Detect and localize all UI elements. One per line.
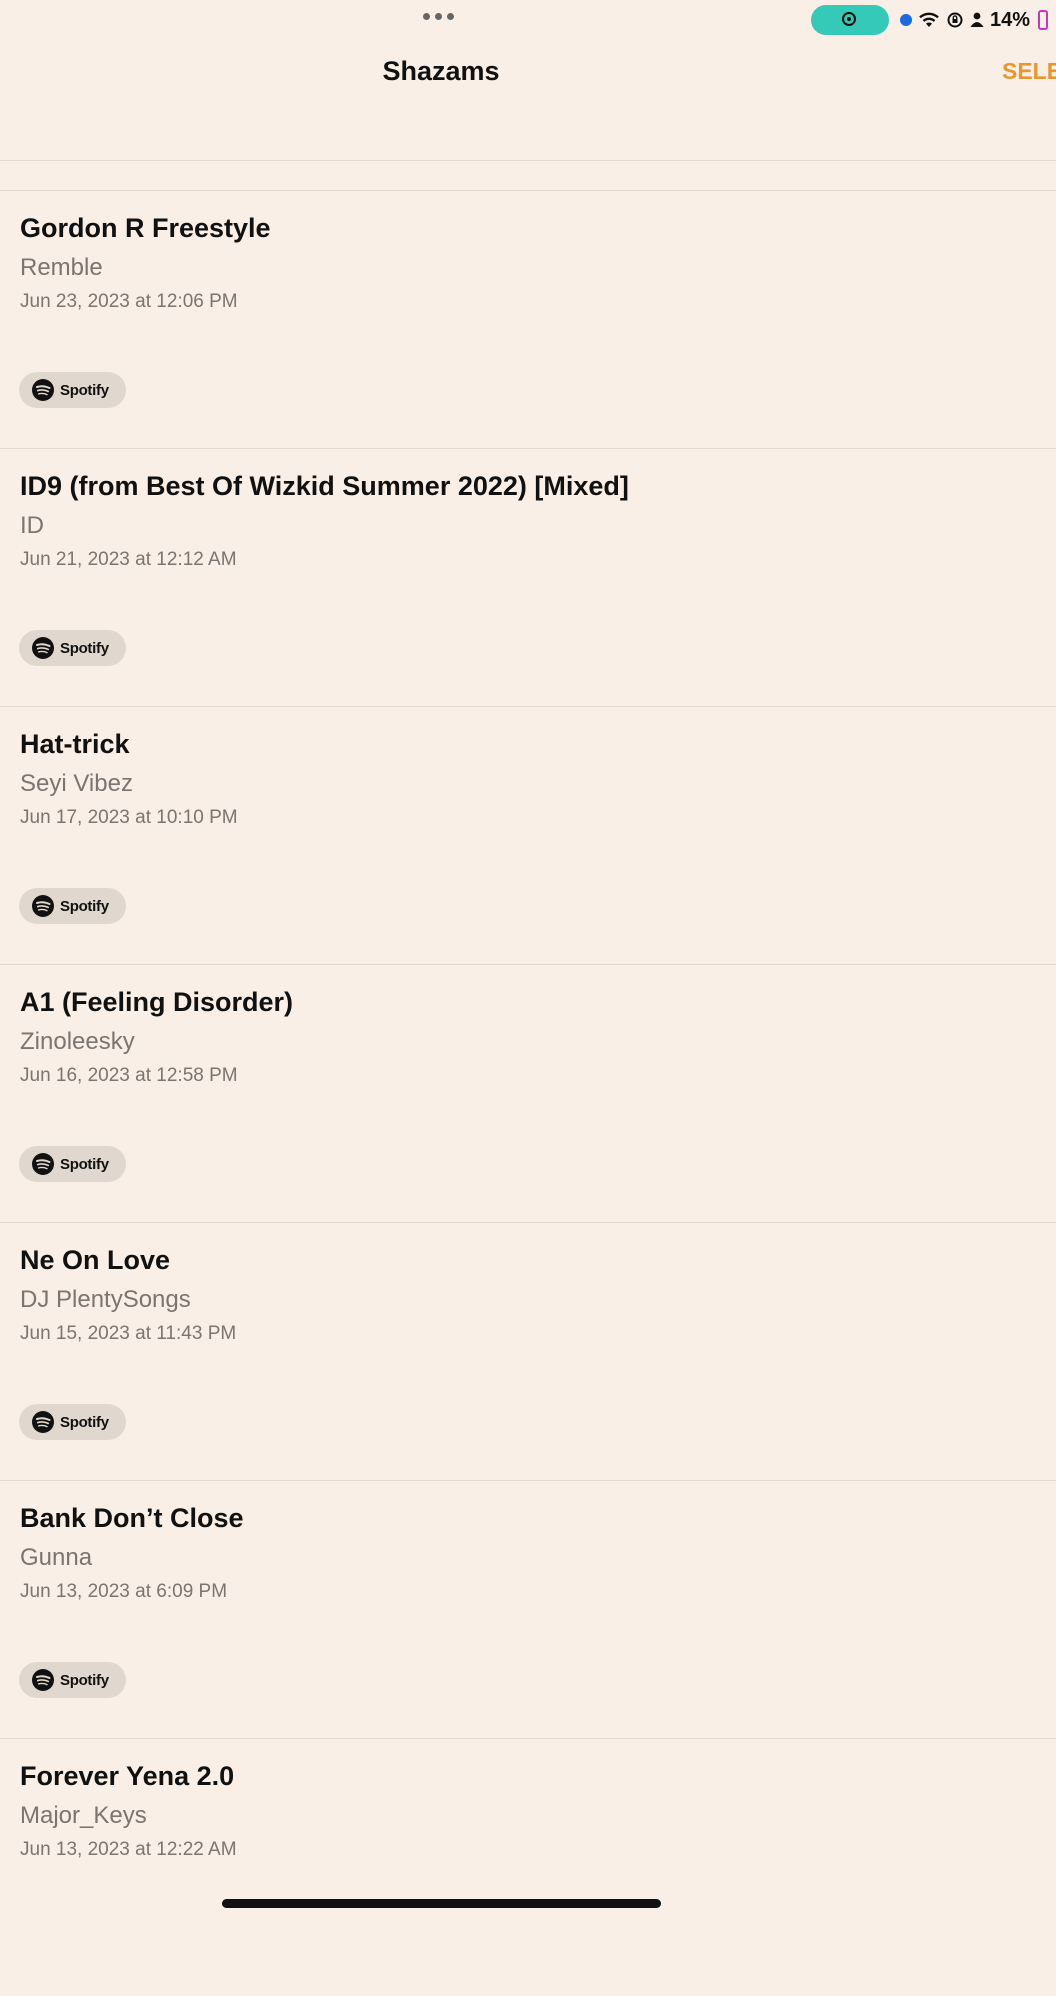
spotify-icon [32, 637, 54, 659]
spotify-label: Spotify [60, 639, 109, 657]
song-artist: Major_Keys [20, 1802, 147, 1829]
song-title: Ne On Love [20, 1245, 171, 1275]
spotify-icon [32, 379, 54, 401]
spotify-button[interactable]: Spotify [19, 1146, 126, 1182]
spotify-label: Spotify [60, 897, 109, 915]
song-title: A1 (Feeling Disorder) [20, 987, 294, 1017]
more-dots-icon[interactable] [423, 13, 454, 20]
spotify-label: Spotify [60, 1671, 109, 1689]
page-title: Shazams [382, 56, 500, 86]
spotify-label: Spotify [60, 1413, 109, 1431]
shazam-date: Jun 15, 2023 at 11:43 PM [20, 1323, 237, 1344]
spotify-icon [32, 895, 54, 917]
list-item[interactable]: A1 (Feeling Disorder) Zinoleesky Jun 16,… [0, 964, 1056, 1222]
shazam-list: Gordon R Freestyle Remble Jun 23, 2023 a… [0, 190, 1056, 1996]
home-indicator[interactable] [222, 1899, 661, 1908]
select-button[interactable]: SELE [1002, 58, 1056, 85]
list-item[interactable]: Hat-trick Seyi Vibez Jun 17, 2023 at 10:… [0, 706, 1056, 964]
person-icon [970, 12, 984, 27]
spotify-icon [32, 1411, 54, 1433]
song-title: Forever Yena 2.0 [20, 1761, 235, 1791]
screen-record-icon[interactable] [811, 5, 889, 35]
wifi-icon [919, 12, 939, 27]
nav-bar: Shazams SELE [0, 40, 1056, 161]
spotify-label: Spotify [60, 381, 109, 399]
list-item[interactable]: Forever Yena 2.0 Major_Keys Jun 13, 2023… [0, 1738, 1056, 1996]
spotify-button[interactable]: Spotify [19, 1662, 126, 1698]
song-artist: Remble [20, 254, 103, 281]
list-item[interactable]: ID9 (from Best Of Wizkid Summer 2022) [M… [0, 448, 1056, 706]
spotify-button[interactable]: Spotify [19, 630, 126, 666]
song-title: ID9 (from Best Of Wizkid Summer 2022) [M… [20, 471, 629, 501]
shazam-date: Jun 13, 2023 at 12:22 AM [20, 1839, 237, 1860]
battery-icon [1038, 10, 1049, 30]
spotify-button[interactable]: Spotify [19, 888, 126, 924]
battery-percent: 14% [990, 8, 1031, 31]
song-title: Hat-trick [20, 729, 130, 759]
list-item[interactable]: Bank Don’t Close Gunna Jun 13, 2023 at 6… [0, 1480, 1056, 1738]
rotation-lock-icon [947, 12, 963, 28]
spotify-icon [32, 1669, 54, 1691]
spotify-icon [32, 1153, 54, 1175]
spotify-label: Spotify [60, 1155, 109, 1173]
shazam-date: Jun 23, 2023 at 12:06 PM [20, 291, 238, 312]
shazam-date: Jun 17, 2023 at 10:10 PM [20, 807, 238, 828]
song-artist: ID [20, 512, 44, 539]
song-artist: Seyi Vibez [20, 770, 133, 797]
list-item[interactable]: Ne On Love DJ PlentySongs Jun 15, 2023 a… [0, 1222, 1056, 1480]
song-artist: Gunna [20, 1544, 93, 1571]
shazam-date: Jun 16, 2023 at 12:58 PM [20, 1065, 238, 1086]
blue-dot-icon [900, 14, 912, 26]
song-artist: DJ PlentySongs [20, 1286, 191, 1313]
song-title: Gordon R Freestyle [20, 213, 271, 243]
shazam-date: Jun 21, 2023 at 12:12 AM [20, 549, 237, 570]
status-icons: 14% [900, 8, 1049, 32]
spotify-button[interactable]: Spotify [19, 372, 126, 408]
spotify-button[interactable]: Spotify [19, 1404, 126, 1440]
song-artist: Zinoleesky [20, 1028, 135, 1055]
list-item[interactable]: Gordon R Freestyle Remble Jun 23, 2023 a… [0, 190, 1056, 448]
shazam-date: Jun 13, 2023 at 6:09 PM [20, 1581, 228, 1602]
status-bar: 14% [0, 0, 1056, 40]
song-title: Bank Don’t Close [20, 1503, 244, 1533]
